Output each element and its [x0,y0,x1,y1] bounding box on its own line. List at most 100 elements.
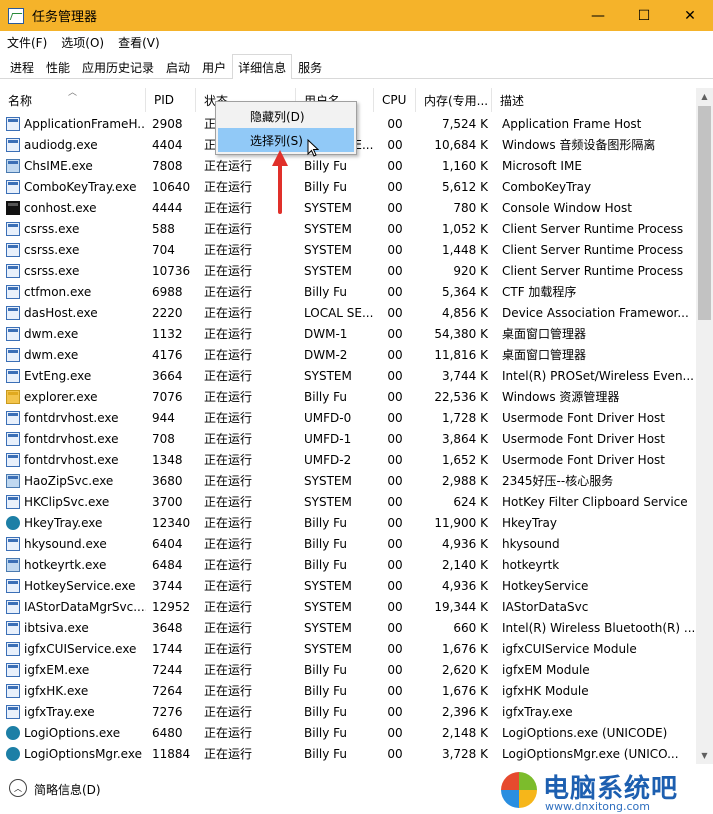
table-row[interactable]: csrss.exe 704 正在运行 SYSTEM 00 1,448 K Client Se… [0,239,696,260]
table-row[interactable]: ctfmon.exe 6988 正在运行 Billy Fu 00 5,364 K CTF 加… [0,281,696,302]
table-row[interactable]: ibtsiva.exe 3648 正在运行 SYSTEM 00 660 K Intel(R)… [0,617,696,638]
table-row[interactable]: igfxHK.exe 7264 正在运行 Billy Fu 00 1,676 K igfxH… [0,680,696,701]
table-row[interactable]: csrss.exe 588 正在运行 SYSTEM 00 1,052 K Client Se… [0,218,696,239]
scroll-up-icon[interactable]: ▲ [696,88,713,105]
process-user: UMFD-0 [304,410,352,425]
table-row[interactable]: igfxCUIService.exe 1744 正在运行 SYSTEM 00 1,676 … [0,638,696,659]
process-memory: 1,052 K [441,221,488,236]
process-name: hkysound.exe [24,536,107,551]
process-pid: 11884 [152,746,191,761]
process-name-cell: csrss.exe [0,260,146,281]
title-bar[interactable]: 任务管理器 — ☐ ✕ [0,0,713,31]
process-name-cell: ChsIME.exe [0,155,146,176]
table-row[interactable]: HKClipSvc.exe 3700 正在运行 SYSTEM 00 624 K HotKey… [0,491,696,512]
process-user: SYSTEM [304,473,352,488]
process-name-cell: igfxCUIService.exe [0,638,146,659]
tab-performance[interactable]: 性能 [40,56,76,78]
column-header-description[interactable]: 描述 [492,88,696,112]
process-description: Console Window Host [502,200,632,215]
process-name: HKClipSvc.exe [24,494,110,509]
column-header-pid[interactable]: PID [146,88,196,112]
process-app-icon [6,326,20,341]
process-app-icon [6,263,20,278]
process-cpu: 00 [387,473,403,488]
brief-info-link[interactable]: 简略信息(D) [34,781,101,798]
tab-services[interactable]: 服务 [292,56,328,78]
table-row[interactable]: ComboKeyTray.exe 10640 正在运行 Billy Fu 00 5,612… [0,176,696,197]
tab-users[interactable]: 用户 [196,56,232,78]
table-row[interactable]: hkysound.exe 6404 正在运行 Billy Fu 00 4,936 K hky… [0,533,696,554]
process-description: Client Server Runtime Process [502,242,684,257]
table-row[interactable]: HkeyTray.exe 12340 正在运行 Billy Fu 00 11,900 K H… [0,512,696,533]
process-name: ApplicationFrameH... [24,116,146,131]
process-name-cell: HkeyTray.exe [0,512,146,533]
minimize-button[interactable]: — [575,0,621,31]
menu-view[interactable]: 查看(V) [111,34,167,51]
vertical-scrollbar[interactable]: ▲ ▼ [696,88,713,764]
table-row[interactable]: igfxEM.exe 7244 正在运行 Billy Fu 00 2,620 K igfxE… [0,659,696,680]
process-status: 正在运行 [204,495,253,509]
menu-item-hide-column[interactable]: 隐藏列(D) [218,104,354,128]
process-app-icon [6,662,20,677]
process-user: SYSTEM [304,263,352,278]
tab-startup[interactable]: 启动 [160,56,196,78]
table-row[interactable]: dasHost.exe 2220 正在运行 LOCAL SE... 00 4,856 K D… [0,302,696,323]
close-button[interactable]: ✕ [667,0,713,31]
process-memory: 2,988 K [441,473,488,488]
tab-details[interactable]: 详细信息 [232,54,293,79]
tab-bar: 进程 性能 应用历史记录 启动 用户 详细信息 服务 [0,53,713,79]
process-description: Windows 音频设备图形隔离 [502,138,656,152]
table-row[interactable]: dwm.exe 1132 正在运行 DWM-1 00 54,380 K 桌面窗口管理器 [0,323,696,344]
process-status: 正在运行 [204,726,253,740]
table-row[interactable]: HotkeyService.exe 3744 正在运行 SYSTEM 00 4,936 K… [0,575,696,596]
process-cpu: 00 [387,326,403,341]
process-pid: 4444 [152,200,183,215]
process-name-cell: igfxHK.exe [0,680,146,701]
process-description: HkeyTray [502,515,557,530]
scroll-thumb[interactable] [698,106,711,320]
process-status: 正在运行 [204,621,253,635]
process-description: Intel(R) PROSet/Wireless Even... [502,368,694,383]
column-header-name[interactable]: ︿ 名称 [0,88,146,112]
menu-options[interactable]: 选项(O) [54,34,111,51]
process-cpu: 00 [387,200,403,215]
process-memory: 660 K [453,620,488,635]
table-row[interactable]: csrss.exe 10736 正在运行 SYSTEM 00 920 K Client Se… [0,260,696,281]
column-header-memory[interactable]: 内存(专用... [416,88,492,112]
table-row[interactable]: dwm.exe 4176 正在运行 DWM-2 00 11,816 K 桌面窗口管理器 [0,344,696,365]
tab-app-history[interactable]: 应用历史记录 [76,56,160,78]
table-row[interactable]: explorer.exe 7076 正在运行 Billy Fu 00 22,536 K Wi… [0,386,696,407]
table-row[interactable]: igfxTray.exe 7276 正在运行 Billy Fu 00 2,396 K igf… [0,701,696,722]
table-row[interactable]: hotkeyrtk.exe 6484 正在运行 Billy Fu 00 2,140 K ho… [0,554,696,575]
process-description: Windows 资源管理器 [502,390,620,404]
process-memory: 2,620 K [441,662,488,677]
table-row[interactable]: EvtEng.exe 3664 正在运行 SYSTEM 00 3,744 K Intel(R… [0,365,696,386]
table-row[interactable]: HaoZipSvc.exe 3680 正在运行 SYSTEM 00 2,988 K 2345… [0,470,696,491]
table-row[interactable]: fontdrvhost.exe 944 正在运行 UMFD-0 00 1,728 K Use… [0,407,696,428]
process-name: EvtEng.exe [24,368,92,383]
watermark: 电脑系统吧 www.dnxitong.com [497,764,713,814]
process-cpu: 00 [387,242,403,257]
process-pid: 10736 [152,263,191,278]
column-header-cpu[interactable]: CPU [374,88,416,112]
scroll-down-icon[interactable]: ▼ [696,747,713,764]
process-name-cell: LogiOptions.exe [0,722,146,743]
process-memory: 780 K [453,200,488,215]
table-row[interactable]: IAStorDataMgrSvc.... 12952 正在运行 SYSTEM 00 19,… [0,596,696,617]
tab-processes[interactable]: 进程 [4,56,40,78]
process-app-icon [6,242,20,257]
process-pid: 7076 [152,389,183,404]
table-row[interactable]: conhost.exe 4444 正在运行 SYSTEM 00 780 K Console … [0,197,696,218]
table-row[interactable]: fontdrvhost.exe 1348 正在运行 UMFD-2 00 1,652 K Us… [0,449,696,470]
table-row[interactable]: ChsIME.exe 7808 正在运行 Billy Fu 00 1,160 K Micro… [0,155,696,176]
process-pid: 6480 [152,725,183,740]
maximize-button[interactable]: ☐ [621,0,667,31]
menu-file[interactable]: 文件(F) [0,34,54,51]
chevron-up-icon[interactable]: ︿ [9,779,27,797]
process-app-icon [6,347,20,362]
table-row[interactable]: LogiOptionsMgr.exe 11884 正在运行 Billy Fu 00 3,7… [0,743,696,764]
table-row[interactable]: LogiOptions.exe 6480 正在运行 Billy Fu 00 2,148 K… [0,722,696,743]
process-cpu: 00 [387,536,403,551]
table-row[interactable]: fontdrvhost.exe 708 正在运行 UMFD-1 00 3,864 K Use… [0,428,696,449]
process-app-icon [6,704,20,719]
